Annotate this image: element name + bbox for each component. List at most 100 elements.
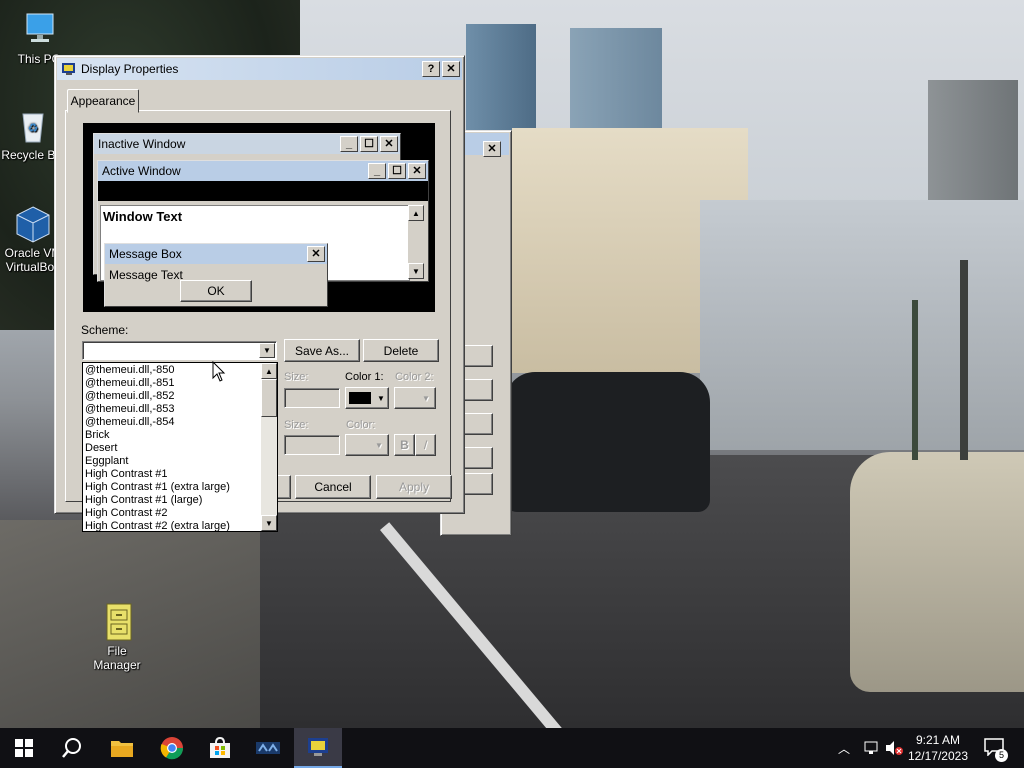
scroll-down-icon[interactable]: ▼	[261, 515, 277, 531]
taskbar: ︿ 9:21 AM 12/17/2023 5	[0, 728, 1024, 768]
close-icon[interactable]: ✕	[483, 141, 501, 157]
appearance-preview[interactable]: Inactive Window _ ☐ ✕ Active Window _ ☐ …	[83, 123, 435, 312]
list-scrollbar[interactable]: ▲ ▼	[261, 363, 277, 531]
display-properties-icon	[308, 738, 328, 756]
tab-label: Appearance	[70, 94, 136, 108]
chevron-down-icon: ▼	[422, 393, 430, 403]
background-dialog-button[interactable]	[461, 473, 493, 495]
network-icon[interactable]	[862, 740, 880, 756]
notifications-button[interactable]: 5	[984, 738, 1008, 762]
font-color-label: Color:	[346, 419, 376, 431]
preview-active-titlebar: Active Window _ ☐ ✕	[98, 161, 428, 181]
preview-msgbox-title: Message Box	[109, 247, 182, 261]
scheme-option[interactable]: @themeui.dll,-851	[85, 377, 261, 390]
maximize-icon: ☐	[388, 163, 406, 179]
wallpaper-pole	[960, 260, 968, 460]
scheme-option[interactable]: @themeui.dll,-850	[85, 364, 261, 377]
help-button[interactable]: ?	[422, 61, 440, 77]
desktop-icon-file-manager[interactable]: File Manager	[82, 602, 152, 672]
chevron-up-icon[interactable]: ︿	[838, 740, 850, 757]
preview-message-box: Message Box ✕ Message Text OK	[104, 243, 328, 307]
close-icon: ✕	[408, 163, 426, 179]
scheme-option[interactable]: High Contrast #2 (extra large)	[85, 520, 261, 531]
scheme-option[interactable]: @themeui.dll,-852	[85, 390, 261, 403]
display-properties-icon	[62, 63, 75, 75]
preview-window-text: Window Text	[103, 209, 183, 224]
wallpaper-pole	[912, 300, 918, 460]
color1-picker[interactable]: ▼	[345, 387, 389, 409]
app-icon	[256, 742, 280, 754]
preview-active-title: Active Window	[102, 164, 181, 178]
clock-time: 9:21 AM	[915, 733, 960, 747]
search-icon	[62, 738, 81, 758]
scheme-dropdown[interactable]: ▼	[82, 341, 277, 360]
file-cabinet-icon	[97, 602, 137, 642]
scheme-option[interactable]: Eggplant	[85, 455, 261, 468]
start-button[interactable]	[0, 728, 48, 768]
cancel-button[interactable]: Cancel	[295, 475, 371, 499]
minimize-icon: _	[368, 163, 386, 179]
scheme-option[interactable]: High Contrast #1 (extra large)	[85, 481, 261, 494]
scheme-option[interactable]: High Contrast #2	[85, 507, 261, 520]
volume-muted-icon[interactable]	[884, 740, 904, 756]
scroll-thumb[interactable]	[261, 379, 277, 417]
chevron-down-icon[interactable]: ▼	[259, 343, 275, 358]
font-color-picker[interactable]: ▼	[345, 434, 389, 456]
scheme-option[interactable]: Desert	[85, 442, 261, 455]
maximize-icon: ☐	[360, 136, 378, 152]
delete-button[interactable]: Delete	[363, 339, 439, 362]
scroll-up-icon: ▲	[408, 205, 424, 221]
background-dialog-button[interactable]	[461, 413, 493, 435]
scheme-option[interactable]: High Contrast #1 (large)	[85, 494, 261, 507]
italic-button[interactable]: /	[415, 434, 436, 456]
size-spinner[interactable]	[284, 388, 340, 408]
taskbar-file-explorer[interactable]	[98, 728, 146, 768]
svg-text:♻: ♻	[28, 121, 39, 135]
save-as-button[interactable]: Save As...	[284, 339, 360, 362]
close-icon: ✕	[307, 246, 325, 262]
apply-button[interactable]: Apply	[376, 475, 452, 499]
background-dialog-button[interactable]	[461, 447, 493, 469]
notification-badge: 5	[995, 749, 1008, 762]
color1-label: Color 1:	[345, 371, 384, 383]
chevron-down-icon: ▼	[377, 393, 385, 403]
preview-inactive-title: Inactive Window	[98, 137, 186, 151]
taskbar-app[interactable]	[244, 728, 292, 768]
computer-icon	[19, 10, 59, 50]
preview-scrollbar: ▲ ▼	[408, 205, 424, 279]
wallpaper-building	[700, 200, 1024, 450]
minimize-icon: _	[340, 136, 358, 152]
scheme-options: @themeui.dll,-850 @themeui.dll,-851 @the…	[85, 364, 261, 531]
taskbar-chrome[interactable]	[148, 728, 196, 768]
bold-button[interactable]: B	[394, 434, 415, 456]
scroll-up-icon[interactable]: ▲	[261, 363, 277, 379]
preview-ok-button: OK	[180, 280, 252, 302]
search-button[interactable]	[48, 728, 96, 768]
scheme-option[interactable]: High Contrast #1	[85, 468, 261, 481]
dialog-title: Display Properties	[81, 62, 179, 76]
size-label: Size:	[284, 371, 309, 383]
scroll-down-icon: ▼	[408, 263, 424, 279]
scheme-option[interactable]: @themeui.dll,-853	[85, 403, 261, 416]
preview-msgbox-titlebar: Message Box ✕	[105, 244, 327, 264]
mouse-cursor-icon	[212, 361, 226, 382]
background-dialog-button[interactable]	[461, 379, 493, 401]
scheme-option[interactable]: @themeui.dll,-854	[85, 416, 261, 429]
scheme-dropdown-list[interactable]: @themeui.dll,-850 @themeui.dll,-851 @the…	[82, 362, 278, 532]
background-dialog-button[interactable]	[461, 345, 493, 367]
font-size-dropdown[interactable]	[284, 435, 340, 455]
scheme-option[interactable]: Brick	[85, 429, 261, 442]
taskbar-display-properties[interactable]	[294, 728, 342, 768]
close-button[interactable]: ✕	[442, 61, 460, 77]
system-clock[interactable]: 9:21 AM 12/17/2023	[908, 732, 968, 764]
file-explorer-icon	[111, 741, 133, 757]
taskbar-store[interactable]	[196, 728, 244, 768]
scheme-label: Scheme:	[81, 323, 129, 337]
color-swatch	[349, 392, 372, 404]
close-icon: ✕	[380, 136, 398, 152]
preview-inactive-titlebar: Inactive Window _ ☐ ✕	[94, 134, 400, 154]
color2-picker[interactable]: ▼	[394, 387, 436, 409]
tab-appearance[interactable]: Appearance	[67, 89, 139, 113]
desktop-icon-label: File Manager	[93, 644, 141, 672]
dialog-titlebar: Display Properties ? ✕	[57, 58, 462, 80]
